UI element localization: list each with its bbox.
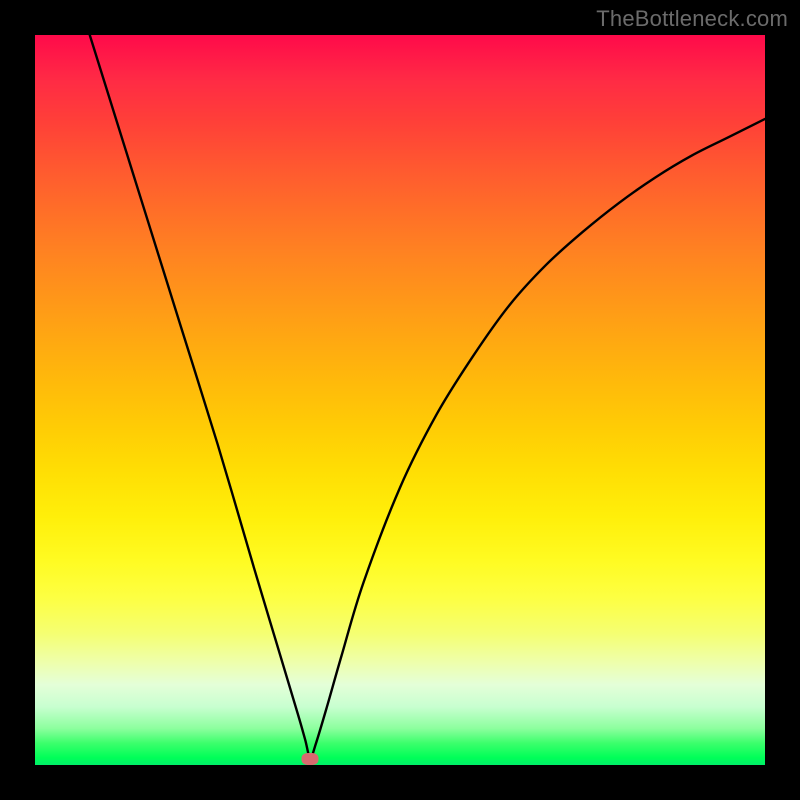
bottleneck-curve xyxy=(35,35,765,765)
chart-frame: TheBottleneck.com xyxy=(0,0,800,800)
minimum-marker xyxy=(302,753,319,765)
plot-area xyxy=(35,35,765,765)
watermark-text: TheBottleneck.com xyxy=(596,6,788,32)
